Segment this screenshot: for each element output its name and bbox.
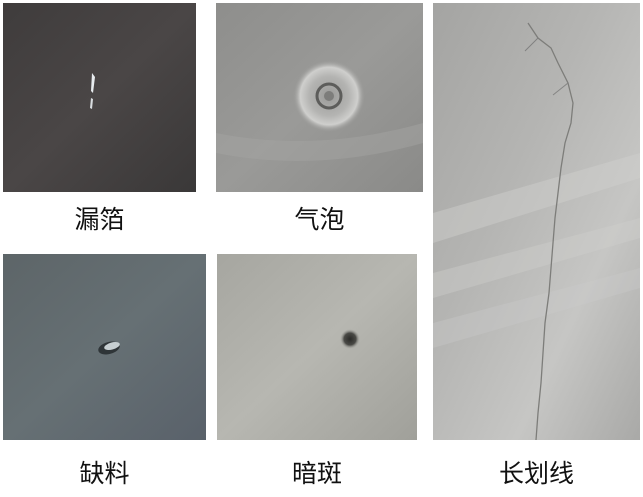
label-dark-spot: 暗斑: [291, 459, 342, 488]
label-material-shortage: 缺料: [79, 459, 130, 488]
defect-photo-bubble: [216, 3, 423, 192]
defect-photo-dark-spot: [217, 254, 417, 440]
defect-photo-foil-leak: [3, 3, 196, 192]
label-bubble: 气泡: [294, 205, 345, 234]
defect-photo-material-shortage: [3, 254, 206, 440]
label-long-scratch: 长划线: [498, 459, 574, 488]
defect-photo-long-scratch: [433, 3, 640, 440]
label-foil-leak: 漏箔: [74, 205, 125, 234]
